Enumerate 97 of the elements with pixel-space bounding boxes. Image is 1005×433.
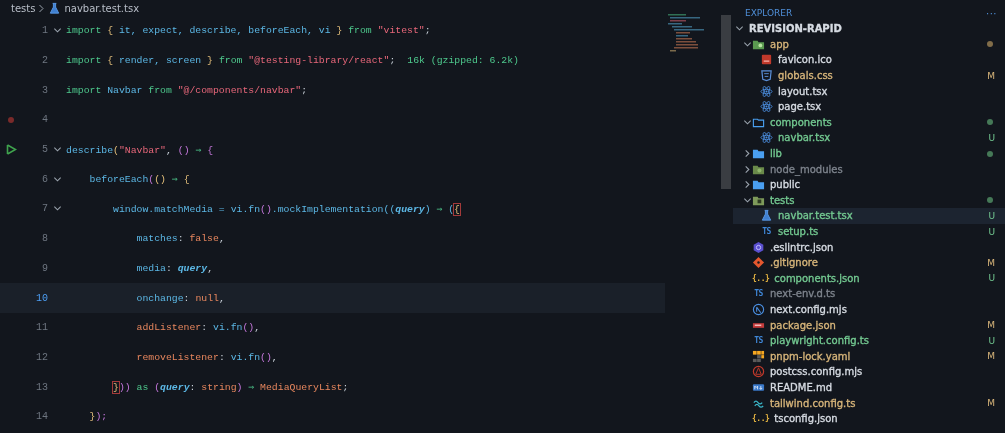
code-line: beforeEach(() ⇒ { <box>88 173 190 186</box>
file-item[interactable]: navbar.tsx U <box>733 130 1005 146</box>
file-item[interactable]: {..} components.json U <box>733 270 1005 287</box>
git-status-label: U <box>988 335 995 346</box>
file-item[interactable]: TS next-env.d.ts <box>733 286 1005 302</box>
folder-item[interactable]: components <box>733 114 1005 131</box>
circle-icon <box>752 365 765 379</box>
chevron-icon[interactable] <box>52 145 62 155</box>
line-number: 11 <box>35 322 48 334</box>
line-number: 4 <box>41 114 48 126</box>
git-status-label: M <box>987 257 995 268</box>
file-item[interactable]: TS setup.ts U <box>733 223 1005 240</box>
code-line: import { render, screen } from "@testing-library/react"; <box>66 55 396 67</box>
css-icon <box>760 69 773 83</box>
code-line: }); <box>88 411 108 423</box>
file-item[interactable]: navbar.test.tsx U <box>733 208 1005 224</box>
run-icon[interactable] <box>5 144 17 156</box>
folder-icon <box>752 147 765 161</box>
breadcrumb-folder[interactable]: tests <box>11 2 36 14</box>
flask-icon <box>760 209 773 223</box>
file-item[interactable]: .gitignore M <box>733 254 1005 271</box>
code-line: matches: false, <box>135 233 225 245</box>
file-item[interactable]: README.md <box>733 379 1005 396</box>
line-number: 2 <box>41 55 48 67</box>
ts-icon: TS <box>752 288 765 300</box>
code-line: })) as (query: string) ⇒ MediaQueryList; <box>112 381 349 394</box>
folder-item[interactable]: public <box>733 176 1005 193</box>
image-icon <box>760 53 773 67</box>
ts-icon: TS <box>752 335 765 347</box>
git-status-label: U <box>988 210 995 221</box>
blocks-icon <box>752 349 765 363</box>
git-status-label: U <box>988 226 995 237</box>
status-dot <box>987 119 993 126</box>
code-line: window.matchMedia = vi.fn().mockImplementation((query) ⇒ ({ <box>112 202 460 215</box>
workspace-root[interactable]: REVISION-RAPID <box>733 21 1005 37</box>
git-status-label: U <box>988 132 995 143</box>
flask-icon <box>48 1 62 15</box>
hexagon-icon <box>752 240 765 254</box>
git-status-label: M <box>987 320 995 331</box>
line-number: 6 <box>41 173 48 185</box>
line-number: 12 <box>35 351 48 363</box>
line-number: 9 <box>41 262 48 274</box>
file-item[interactable]: page.tsx <box>733 98 1005 115</box>
code-line: removeListener: vi.fn(), <box>135 351 278 363</box>
folder-item[interactable]: app <box>733 36 1005 53</box>
atom-icon <box>760 131 773 145</box>
chevron-icon[interactable] <box>52 204 62 214</box>
git-status-label: U <box>988 273 995 284</box>
file-item[interactable]: next.config.mjs <box>733 301 1005 318</box>
code-line: describe("Navbar", () ⇒ { <box>66 143 214 156</box>
chevron-icon[interactable] <box>52 26 62 36</box>
braces-icon: {..} <box>752 272 770 284</box>
file-item[interactable]: package.json M <box>733 317 1005 333</box>
status-dot <box>987 150 993 157</box>
line-number: 7 <box>41 203 48 215</box>
code-line: onchange: null, <box>135 292 225 304</box>
braces-icon: {..} <box>752 413 770 425</box>
code-line: import Navbar from "@/components/navbar"; <box>66 84 308 96</box>
code-line: addListener: vi.fn(), <box>135 322 261 334</box>
more-actions-button[interactable]: ··· <box>985 7 997 19</box>
file-item[interactable]: favicon.ico <box>733 52 1005 68</box>
git-icon <box>752 256 765 270</box>
code-line: media: query, <box>135 262 214 274</box>
file-item[interactable]: TS playwright.config.ts U <box>733 332 1005 349</box>
file-item[interactable]: layout.tsx <box>733 83 1005 99</box>
file-item[interactable]: tailwind.config.ts M <box>733 395 1005 411</box>
file-item[interactable]: {..} tsconfig.json <box>733 410 1005 427</box>
line-number: 5 <box>41 144 48 156</box>
line-number: 8 <box>41 233 48 245</box>
status-dot <box>987 197 993 204</box>
chevron-icon <box>38 3 46 13</box>
inlay-hint: 16k (gzipped: 6.2k) <box>407 55 519 67</box>
panel-title: EXPLORER <box>745 8 793 18</box>
breadcrumb-file[interactable]: navbar.test.tsx <box>64 2 140 14</box>
line-number: 3 <box>41 84 48 96</box>
circle-icon <box>752 303 765 316</box>
file-item[interactable]: pnpm-lock.yaml M <box>733 348 1005 365</box>
ts-icon: TS <box>760 226 773 237</box>
file-item[interactable]: .eslintrc.json <box>733 239 1005 255</box>
file-item[interactable]: postcss.config.mjs <box>733 364 1005 380</box>
code-line: import { it, expect, describe, beforeEach, vi } from "vitest"; <box>66 25 431 37</box>
line-number: 1 <box>41 25 48 37</box>
git-status-label: M <box>987 70 995 81</box>
git-status-label: M <box>987 398 995 409</box>
scrollbar[interactable] <box>721 15 731 189</box>
folder-item[interactable]: tests <box>733 192 1005 209</box>
git-status-label: M <box>987 351 995 362</box>
folder-icon <box>752 178 765 192</box>
atom-icon <box>760 84 773 98</box>
file-item[interactable]: globals.css M <box>733 67 1005 84</box>
folder-item[interactable]: lib <box>733 145 1005 162</box>
atom-icon <box>760 100 773 114</box>
line-number: 13 <box>35 381 48 393</box>
line-number: 14 <box>35 411 48 423</box>
status-dot <box>987 41 993 48</box>
folder-item[interactable]: node_modules <box>733 161 1005 177</box>
line-number: 10 <box>35 292 48 304</box>
